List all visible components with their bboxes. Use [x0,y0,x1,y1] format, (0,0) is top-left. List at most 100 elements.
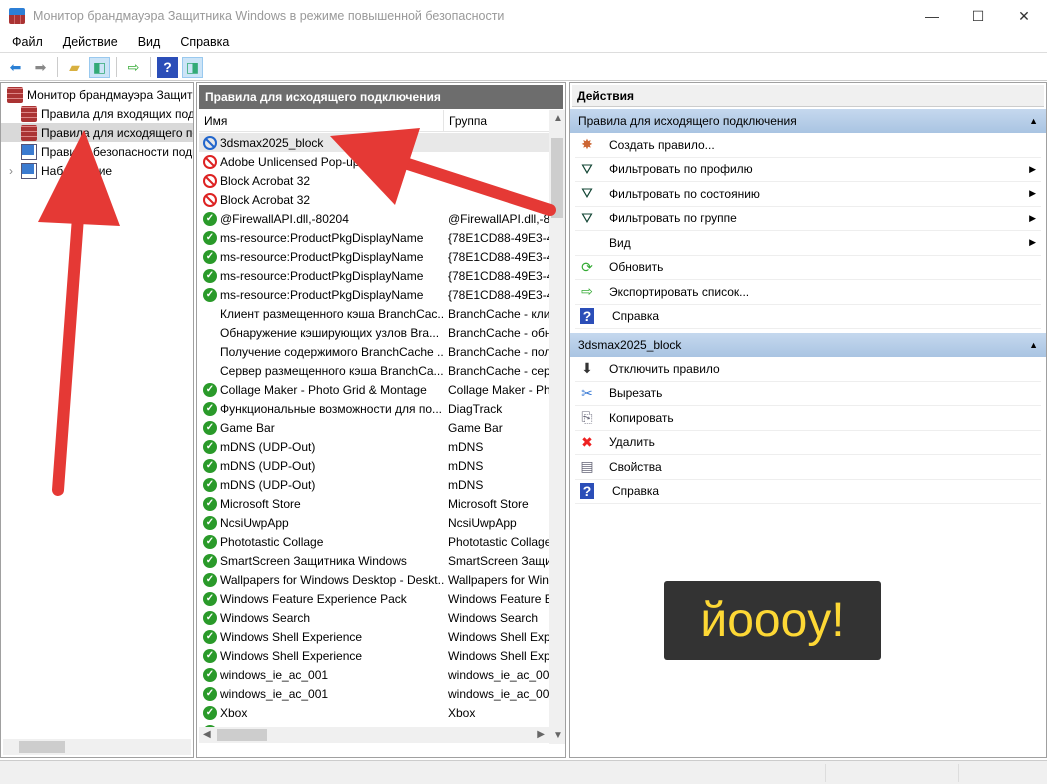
rule-enabled-icon: ✓ [203,553,217,568]
firewall-icon [7,86,23,103]
menu-help[interactable]: Справка [180,35,229,49]
table-row[interactable]: ✓ @FirewallAPI.dll,-80204 @FirewallAPI.dll… [199,209,549,228]
rule-block-icon [203,173,217,188]
table-row[interactable]: 3dsmax2025_block [199,133,549,152]
table-row[interactable]: ✓ Xbox Xbox [199,703,549,722]
action-label: Вырезать [609,386,663,401]
tree-item-label: Наблюдение [41,163,113,178]
action-item[interactable]: ⛛ Фильтровать по состоянию ▶ [575,182,1041,207]
rule-group: mDNS [448,477,484,492]
table-row[interactable]: ✓ mDNS (UDP-Out) mDNS [199,456,549,475]
security-rules-icon [21,143,37,160]
help-icon[interactable]: ? [157,56,178,78]
close-button[interactable]: ✕ [1001,0,1047,32]
table-row[interactable]: Сервер размещенного кэша BranchCa... Bran… [199,361,549,380]
table-row[interactable]: Получение содержимого BranchCache ... Bra… [199,342,549,361]
toolbar: ⬅ ➡ ▰ ◧ ⇨ ? ◨ [0,54,1047,81]
action-item[interactable]: ⇨ Экспортировать список... [575,280,1041,305]
rule-group: Windows Search [448,610,539,625]
collapse-icon[interactable]: ▲ [1029,340,1038,350]
rule-name: Collage Maker - Photo Grid & Montage [220,382,427,397]
action-item[interactable]: ? Справка [575,305,1041,329]
expand-chevron-icon[interactable]: › [9,164,21,178]
tree-pane: Монитор брандмауэра Защитника Windows Пра… [0,82,194,758]
rule-name: Функциональные возможности для по... [220,401,443,416]
maximize-button[interactable]: ☐ [955,0,1001,32]
table-row[interactable]: ✓ ms-resource:ProductPkgDisplayName {78E1C… [199,285,549,304]
show-hide-tree-icon[interactable]: ◧ [89,56,110,78]
rule-name: Windows Shell Experience [220,629,363,644]
window-title: Монитор брандмауэра Защитника Windows в … [33,9,505,23]
up-folder-icon[interactable]: ▰ [64,57,85,78]
rule-name: Phototastic Collage [220,534,324,549]
section-title: Правила для исходящего подключения [578,114,797,128]
action-item[interactable]: ? Справка [575,480,1041,504]
actions-section-header[interactable]: 3dsmax2025_block ▲ [570,333,1046,357]
rule-name: ms-resource:ProductPkgDisplayName [220,230,424,245]
minimize-button[interactable]: — [909,0,955,32]
table-row[interactable]: Клиент размещенного кэша BranchCac... Bra… [199,304,549,323]
table-row[interactable]: ✓ ms-resource:ProductPkgDisplayName {78E1C… [199,228,549,247]
properties-icon: ▤ [580,458,594,475]
tree-item[interactable]: › Наблюдение [1,161,193,180]
tree-horizontal-scrollbar[interactable] [3,739,191,755]
table-row[interactable]: ✓ windows_ie_ac_001 windows_ie_ac_001 [199,684,549,703]
export-list-icon[interactable]: ⇨ [123,57,144,78]
table-row[interactable]: Adobe Unlicensed Pop-up [199,152,549,171]
table-row[interactable]: ✓ SmartScreen Защитника Windows SmartScree… [199,551,549,570]
action-label: Отключить правило [609,361,720,376]
forward-icon[interactable]: ➡ [30,57,51,78]
table-row[interactable]: ✓ Phototastic Collage Phototastic Collage [199,532,549,551]
table-row[interactable]: ✓ mDNS (UDP-Out) mDNS [199,475,549,494]
table-row[interactable]: ✓ Windows Search Windows Search [199,608,549,627]
table-row[interactable]: ✓ ms-resource:ProductPkgDisplayName {78E1C… [199,247,549,266]
table-row[interactable]: Block Acrobat 32 [199,190,549,209]
menu-file[interactable]: Файл [12,35,43,49]
table-row[interactable]: ✓ Windows Shell Experience Windows Shell E… [199,646,549,665]
rule-group: {78E1CD88-49E3-476E-B926-580E596AD309} [448,268,549,283]
table-row[interactable]: ✓ Функциональные возможности для по... Dia… [199,399,549,418]
column-header-name[interactable]: Имя [199,110,444,131]
table-row[interactable]: Block Acrobat 32 [199,171,549,190]
tree-item[interactable]: Монитор брандмауэра Защитника Windows [1,85,193,104]
table-row[interactable]: ✓ Wallpapers for Windows Desktop - Deskt.… [199,570,549,589]
collapse-icon[interactable]: ▲ [1029,116,1038,126]
rule-enabled-icon: ✓ [203,667,217,682]
tree-item-label: Правила для исходящего подключения [41,125,193,140]
action-item[interactable]: ⟳ Обновить [575,256,1041,280]
back-icon[interactable]: ⬅ [5,57,26,78]
table-row[interactable]: Обнаружение кэширующих узлов Bra... Branc… [199,323,549,342]
rules-vertical-scrollbar[interactable]: ▲ ▼ [549,110,565,744]
table-row[interactable]: ✓ Microsoft Store Microsoft Store [199,494,549,513]
rule-enabled-icon: ✓ [203,534,217,549]
table-row[interactable]: ✓ Collage Maker - Photo Grid & Montage Col… [199,380,549,399]
tree-item[interactable]: Правила безопасности подключения [1,142,193,161]
action-item[interactable]: ✂ Вырезать [575,382,1041,406]
action-item[interactable]: ✸ Создать правило... [575,133,1041,158]
firewall-app-icon [9,8,25,24]
show-hide-action-pane-icon[interactable]: ◨ [182,56,203,78]
action-item[interactable]: ⛛ Фильтровать по профилю ▶ [575,158,1041,182]
table-row[interactable]: ✓ NcsiUwpApp NcsiUwpApp [199,513,549,532]
actions-section-header[interactable]: Правила для исходящего подключения ▲ [570,109,1046,133]
action-item[interactable]: ⎘ Копировать [575,406,1041,431]
menu-action[interactable]: Действие [63,35,118,49]
action-item[interactable]: ⛛ Фильтровать по группе ▶ [575,207,1041,231]
action-label: Справка [612,309,660,324]
tree-item[interactable]: Правила для входящих подключений [1,104,193,123]
table-row[interactable]: ✓ Windows Shell Experience Windows Shell E… [199,627,549,646]
action-item[interactable]: ⬇ Отключить правило [575,357,1041,382]
tree-item[interactable]: Правила для исходящего подключения [1,123,193,142]
rules-horizontal-scrollbar[interactable]: ◀ ▶ [199,727,549,743]
column-header-group[interactable]: Группа [444,110,549,131]
table-row[interactable]: ✓ windows_ie_ac_001 windows_ie_ac_001 [199,665,549,684]
menu-view[interactable]: Вид [138,35,161,49]
action-item[interactable]: ▤ Свойства [575,455,1041,480]
table-row[interactable]: ✓ mDNS (UDP-Out) mDNS [199,437,549,456]
delete-icon: ✖ [581,433,593,450]
table-row[interactable]: ✓ Game Bar Game Bar [199,418,549,437]
table-row[interactable]: ✓ Windows Feature Experience Pack Windows … [199,589,549,608]
action-item[interactable]: Вид ▶ [575,231,1041,256]
table-row[interactable]: ✓ ms-resource:ProductPkgDisplayName {78E1C… [199,266,549,285]
action-item[interactable]: ✖ Удалить [575,431,1041,455]
